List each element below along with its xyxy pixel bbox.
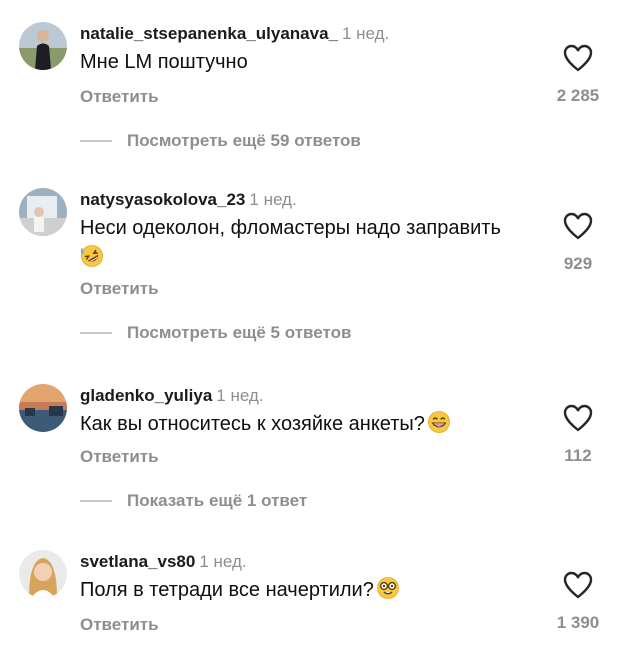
view-more-label: Посмотреть ещё 59 ответов [127,131,361,150]
comment: natysyasokolova_23 1 нед. Неси одеколон, … [0,188,640,298]
like-block: 2 285 [548,44,608,106]
comment-text-body: Как вы относитесь к хозяйке анкеты? [80,413,425,435]
view-more-label: Посмотреть ещё 5 ответов [127,323,352,342]
comment-meta: natysyasokolova_23 1 нед. [80,190,297,210]
username[interactable]: natalie_stsepanenka_ulyanava_ [80,24,338,43]
comment: gladenko_yuliya 1 нед. Как вы относитесь … [0,384,640,474]
avatar[interactable] [19,384,67,432]
comment-text-body: Поля в тетради все начертили? [80,579,374,601]
rolling-on-floor-laughing-emoji [80,244,104,277]
avatar[interactable] [19,550,67,598]
like-block: 929 [548,212,608,274]
like-count: 929 [563,254,593,273]
divider-line [80,500,112,502]
comment-meta: svetlana_vs80 1 нед. [80,552,247,572]
comment-text-body: Мне LM поштучно [80,51,248,73]
like-count: 2 285 [556,86,600,105]
heart-icon[interactable] [563,404,593,432]
timestamp: 1 нед. [249,190,297,209]
nerd-face-emoji [376,576,400,609]
heart-icon[interactable] [563,212,593,240]
comment-meta: natalie_stsepanenka_ulyanava_ 1 нед. [80,24,389,44]
comment-text-body: Неси одеколон, фломастеры надо заправить [80,217,501,239]
grinning-face-emoji [427,410,451,443]
like-block: 1 390 [548,571,608,633]
reply-button[interactable]: Ответить [80,87,159,107]
reply-button[interactable]: Ответить [80,279,159,299]
comment-text: Неси одеколон, фломастеры надо заправить [80,213,560,277]
heart-icon[interactable] [563,44,593,72]
like-count: 1 390 [556,613,600,632]
divider-line [80,332,112,334]
view-more-replies[interactable]: Показать ещё 1 ответ [80,491,307,511]
avatar[interactable] [19,22,67,70]
username[interactable]: gladenko_yuliya [80,386,212,405]
view-more-replies[interactable]: Посмотреть ещё 59 ответов [80,131,361,151]
heart-icon[interactable] [563,571,593,599]
comment-text: Мне LM поштучно [80,47,560,77]
comment-text: Поля в тетради все начертили? [80,575,560,609]
comment-meta: gladenko_yuliya 1 нед. [80,386,264,406]
reply-button[interactable]: Ответить [80,447,159,467]
comment: natalie_stsepanenka_ulyanava_ 1 нед. Мне … [0,22,640,112]
timestamp: 1 нед. [199,552,247,571]
comment: svetlana_vs80 1 нед. Поля в тетради все н… [0,550,640,640]
view-more-label: Показать ещё 1 ответ [127,491,308,510]
divider-line [80,140,112,142]
like-block: 112 [548,404,608,466]
like-count: 112 [564,446,592,465]
username[interactable]: svetlana_vs80 [80,552,195,571]
reply-button[interactable]: Ответить [80,615,159,635]
username[interactable]: natysyasokolova_23 [80,190,245,209]
view-more-replies[interactable]: Посмотреть ещё 5 ответов [80,323,351,343]
comment-text: Как вы относитесь к хозяйке анкеты? [80,409,560,443]
avatar[interactable] [19,188,67,236]
timestamp: 1 нед. [216,386,264,405]
timestamp: 1 нед. [341,24,390,43]
